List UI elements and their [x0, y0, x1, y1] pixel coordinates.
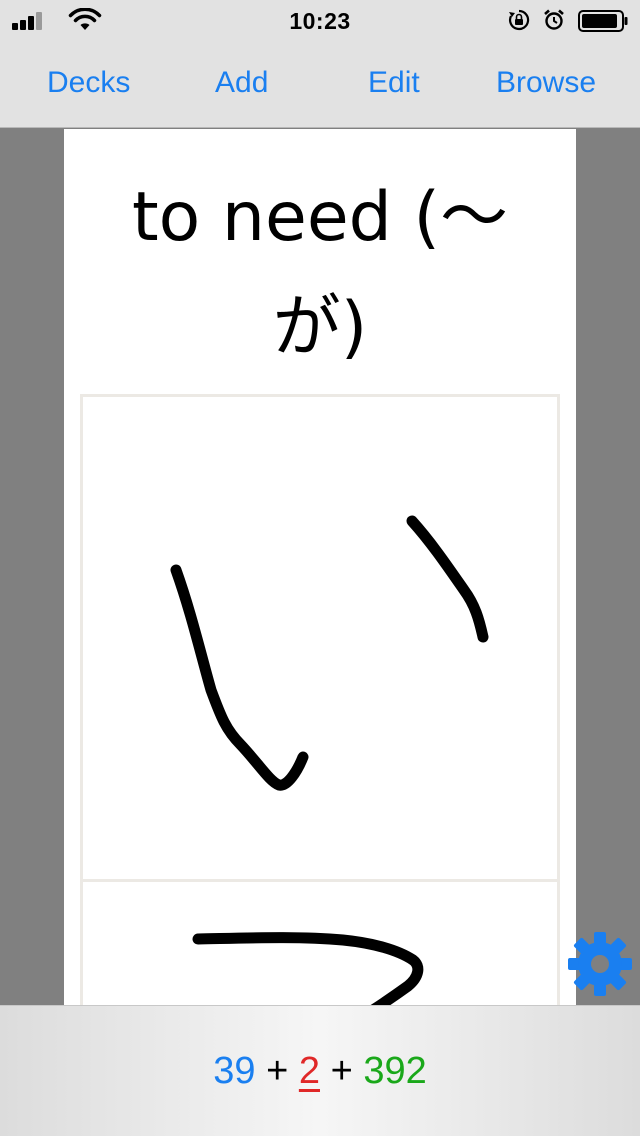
count-separator: +	[330, 1050, 353, 1092]
decks-button[interactable]: Decks	[47, 66, 130, 100]
orientation-lock-icon	[508, 9, 530, 31]
handwriting-stroke-i	[170, 515, 489, 791]
bottom-bar: 39 + 2 + 392	[0, 1005, 640, 1136]
gear-icon[interactable]	[567, 931, 633, 997]
flashcard: to need (〜 が)	[64, 129, 576, 1005]
card-question: to need (〜 が)	[64, 163, 576, 383]
handwriting-stroke-tsu	[192, 932, 424, 1005]
card-question-line-2: が)	[272, 288, 368, 367]
status-bar: 10:23	[0, 0, 640, 40]
new-count: 39	[213, 1050, 256, 1092]
handwriting-canvas-2[interactable]	[80, 879, 560, 1005]
navigation-bar: Decks Add Edit Browse	[0, 40, 640, 128]
battery-icon	[578, 10, 628, 32]
alarm-icon	[544, 9, 564, 30]
card-question-line-1: to need (〜	[132, 178, 508, 257]
due-counts: 39 + 2 + 392	[0, 1050, 640, 1093]
learning-count: 2	[298, 1050, 320, 1092]
add-button[interactable]: Add	[215, 66, 268, 100]
review-count: 392	[363, 1050, 427, 1092]
browse-button[interactable]: Browse	[496, 66, 596, 100]
count-separator: +	[266, 1050, 289, 1092]
handwriting-canvas[interactable]	[80, 394, 560, 882]
edit-button[interactable]: Edit	[368, 66, 420, 100]
